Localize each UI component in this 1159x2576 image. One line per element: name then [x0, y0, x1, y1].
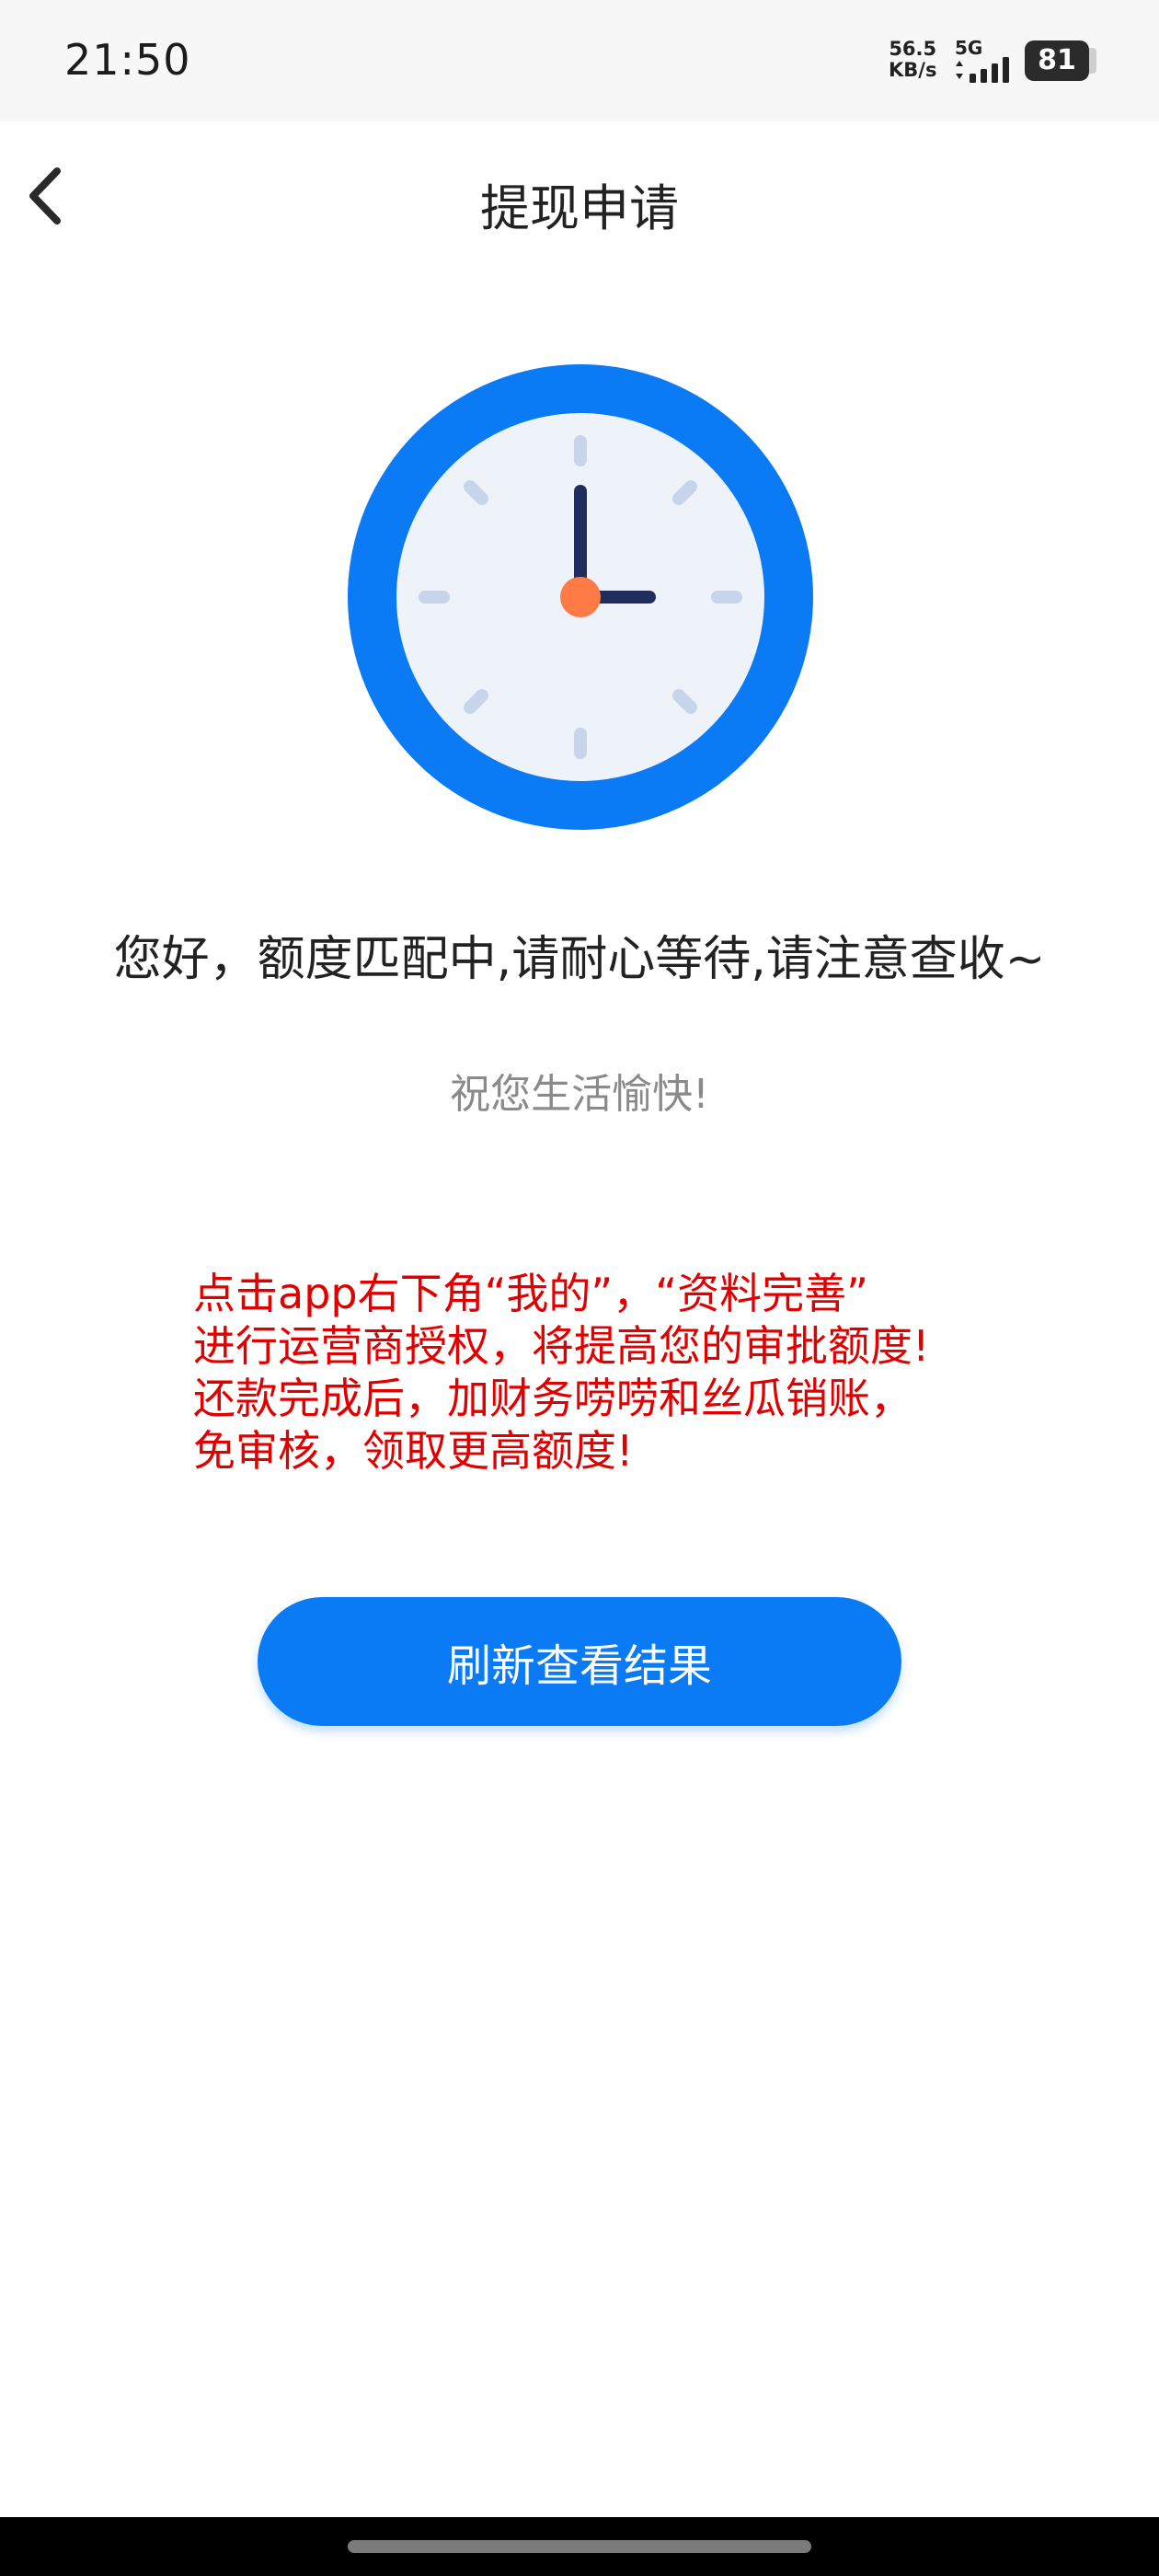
network-type: 5G	[955, 37, 983, 59]
nav-bar: 提现申请	[0, 121, 1159, 269]
greeting-message: 祝您生活愉快!	[450, 1071, 709, 1118]
refresh-result-button[interactable]: 刷新查看结果	[258, 1597, 901, 1726]
notice-line: 进行运营商授权，将提高您的审批额度!	[193, 1321, 930, 1371]
battery-icon: 81	[1025, 40, 1089, 81]
notice-line: 点击app右下角“我的”，“资料完善”	[193, 1269, 868, 1318]
battery-tip	[1089, 48, 1096, 74]
notice-line: 还款完成后，加财务唠唠和丝瓜销账，	[193, 1374, 912, 1423]
signal-icon	[956, 57, 1009, 83]
status-time: 21:50	[64, 35, 191, 85]
network-speed-value: 56.5	[889, 38, 937, 60]
page-title: 提现申请	[480, 179, 679, 237]
notice-line: 免审核，领取更高额度!	[193, 1426, 634, 1476]
notice-text: 点击app右下角“我的”，“资料完善” 进行运营商授权，将提高您的审批额度! 还…	[193, 1268, 1021, 1478]
network-speed: 56.5 KB/s	[889, 39, 936, 81]
status-message: 您好，额度匹配中,请耐心等待,请注意查收~	[113, 932, 1046, 987]
status-bar: 21:50 56.5 KB/s 5G 81	[0, 0, 1159, 121]
clock-icon	[348, 364, 813, 830]
network-speed-unit: KB/s	[889, 59, 937, 81]
home-indicator[interactable]	[348, 2540, 811, 2553]
